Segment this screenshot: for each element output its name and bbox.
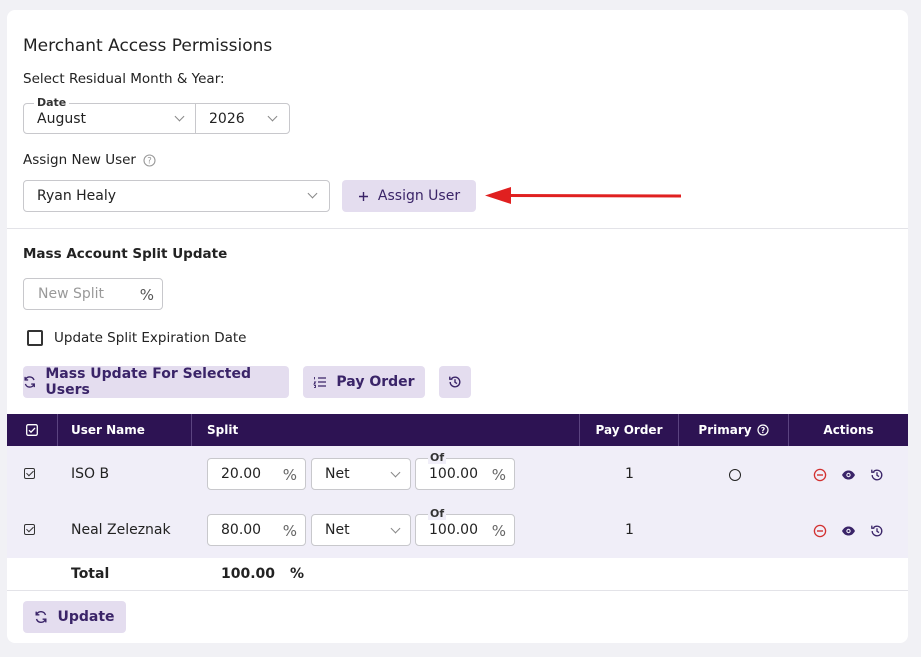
header-pay-order: Pay Order — [580, 414, 679, 446]
row-pay-order: 1 — [625, 466, 634, 482]
percent-sign: % — [491, 466, 506, 484]
of-input[interactable]: Of 100.00 % — [415, 451, 515, 490]
footer-divider — [7, 590, 908, 591]
percent-sign: % — [282, 466, 297, 484]
total-unit: % — [290, 566, 305, 582]
assign-user-button[interactable]: Assign User — [342, 180, 476, 212]
basis-select[interactable]: Net — [311, 458, 411, 490]
update-button[interactable]: Update — [23, 601, 126, 633]
mass-split-title: Mass Account Split Update — [23, 246, 228, 262]
month-value: August — [37, 111, 86, 127]
table-row: Neal Zeleznak 80.00 % Net Of 100.00 % 1 — [7, 502, 908, 558]
split-input[interactable]: 20.00 % — [207, 458, 306, 490]
eye-icon[interactable] — [841, 525, 856, 537]
history-icon[interactable] — [870, 468, 884, 482]
row-pay-order: 1 — [625, 522, 634, 538]
list-order-icon — [313, 377, 327, 388]
chevron-down-icon — [307, 188, 318, 199]
assign-user-value: Ryan Healy — [37, 188, 117, 204]
month-select[interactable]: Date August — [23, 96, 196, 134]
split-value: 80.00 — [221, 522, 262, 538]
minus-circle-icon[interactable] — [813, 524, 827, 538]
permissions-card: Merchant Access Permissions Select Resid… — [7, 10, 908, 643]
assign-user-label: Assign User — [377, 188, 461, 204]
header-primary: Primary ? — [679, 414, 789, 446]
minus-circle-icon[interactable] — [813, 468, 827, 482]
history-icon — [449, 376, 461, 388]
svg-text:?: ? — [760, 426, 764, 435]
primary-radio[interactable] — [729, 469, 741, 481]
of-input[interactable]: Of 100.00 % — [415, 507, 515, 546]
expiration-checkbox[interactable] — [27, 330, 43, 346]
plus-icon — [358, 191, 368, 201]
year-value: 2026 — [209, 111, 245, 127]
header-primary-label: Primary — [698, 423, 752, 437]
split-input[interactable]: 80.00 % — [207, 514, 306, 546]
header-actions: Actions — [789, 414, 908, 446]
basis-value: Net — [325, 522, 350, 538]
pay-order-label: Pay Order — [336, 374, 415, 390]
page-title: Merchant Access Permissions — [23, 36, 273, 56]
header-select-all[interactable] — [7, 414, 58, 446]
percent-sign: % — [282, 522, 297, 540]
row-user-name: ISO B — [71, 466, 110, 482]
new-split-input[interactable]: New Split % — [23, 278, 163, 310]
refresh-icon — [24, 376, 35, 388]
chevron-down-icon — [267, 111, 278, 122]
assign-user-select[interactable]: Ryan Healy — [23, 180, 330, 212]
section-divider — [7, 228, 908, 229]
row-checkbox[interactable] — [24, 524, 35, 535]
update-label: Update — [57, 609, 115, 625]
row-user-name: Neal Zeleznak — [71, 522, 171, 538]
new-split-placeholder: New Split — [38, 286, 105, 302]
of-value: 100.00 — [429, 522, 478, 538]
assign-new-user-label: Assign New User — [23, 152, 136, 168]
row-checkbox[interactable] — [24, 468, 35, 479]
split-value: 20.00 — [221, 466, 262, 482]
mass-update-label: Mass Update For Selected Users — [45, 366, 251, 398]
total-value: 100.00 — [221, 566, 276, 582]
header-split: Split — [192, 414, 580, 446]
pay-order-button[interactable]: Pay Order — [303, 366, 425, 398]
percent-sign: % — [139, 286, 154, 304]
help-circle-icon[interactable]: ? — [756, 424, 769, 436]
help-circle-icon[interactable]: ? — [143, 154, 156, 167]
checkbox-icon — [26, 424, 38, 436]
basis-select[interactable]: Net — [311, 514, 411, 546]
expiration-label: Update Split Expiration Date — [54, 330, 247, 346]
history-button[interactable] — [439, 366, 471, 398]
total-label: Total — [71, 566, 110, 582]
of-label: Of — [428, 507, 447, 520]
date-label: Date — [34, 96, 70, 109]
percent-sign: % — [491, 522, 506, 540]
residual-label: Select Residual Month & Year: — [23, 71, 225, 87]
of-label: Of — [428, 451, 447, 464]
chevron-down-icon — [174, 111, 185, 122]
history-icon[interactable] — [870, 524, 884, 538]
svg-text:?: ? — [147, 157, 152, 167]
chevron-down-icon — [390, 523, 401, 534]
chevron-down-icon — [390, 467, 401, 478]
of-value: 100.00 — [429, 466, 478, 482]
mass-update-button[interactable]: Mass Update For Selected Users — [23, 366, 289, 398]
refresh-icon — [35, 610, 47, 624]
header-user-name: User Name — [58, 414, 192, 446]
table-row: ISO B 20.00 % Net Of 100.00 % 1 — [7, 446, 908, 502]
annotation-arrow-icon — [485, 187, 682, 204]
eye-icon[interactable] — [841, 469, 856, 481]
year-select[interactable]: 2026 — [195, 103, 290, 134]
basis-value: Net — [325, 466, 350, 482]
